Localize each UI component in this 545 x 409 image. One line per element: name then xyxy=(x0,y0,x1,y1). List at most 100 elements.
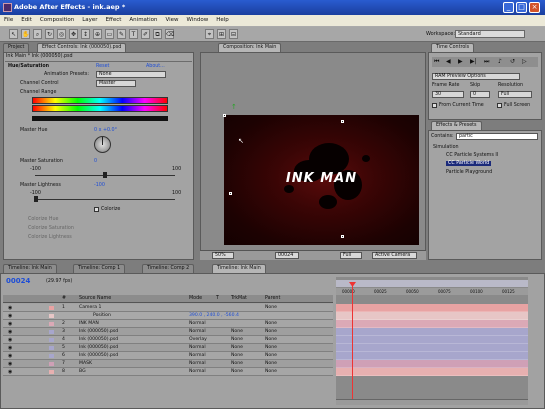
visibility-eye-icon[interactable]: ◉ xyxy=(8,304,12,312)
layer-duration-bar[interactable] xyxy=(336,360,528,368)
layer-source-name[interactable]: Position xyxy=(93,312,111,320)
frame-rate-select[interactable]: 30 xyxy=(432,91,464,98)
rotate-tool-icon[interactable]: ↻ xyxy=(45,29,54,39)
view-select[interactable]: Active Camera xyxy=(372,252,417,259)
layer-mode[interactable]: Normal xyxy=(189,320,206,328)
master-saturation-value[interactable]: 0 xyxy=(94,159,97,164)
selection-tool-icon[interactable]: ↖ xyxy=(9,29,18,39)
layer-source-name[interactable]: Ink (000050).psd xyxy=(79,352,118,360)
view-axis-icon[interactable]: ⌖ xyxy=(205,29,214,39)
layer-trkmat[interactable]: None xyxy=(231,336,243,344)
time-ruler[interactable]: 00000 00025 00050 00075 00100 00125 xyxy=(336,288,528,295)
zoom-tool-icon[interactable]: ⌕ xyxy=(33,29,42,39)
timeline-layer-row[interactable]: ◉ 1 Camera 1 None xyxy=(3,304,333,312)
layer-label-color[interactable] xyxy=(49,338,54,342)
last-frame-icon[interactable]: ⏭ xyxy=(484,58,489,66)
layer-parent[interactable]: None xyxy=(265,352,277,360)
timeline-layer-row[interactable]: ◉ 3 Ink (000050).psd Normal None None xyxy=(3,328,333,336)
menu-animation[interactable]: Animation xyxy=(125,15,161,25)
layer-source-name[interactable]: Ink (000050).psd xyxy=(79,336,118,344)
layer-label-color[interactable] xyxy=(49,346,54,350)
play-icon[interactable]: ▶ xyxy=(458,58,463,65)
layer-parent[interactable]: None xyxy=(265,336,277,344)
layer-label-color[interactable] xyxy=(49,314,54,318)
tab-timeline-ink-main[interactable]: Timeline: Ink Main xyxy=(3,264,57,273)
menu-composition[interactable]: Composition xyxy=(36,15,78,25)
tab-timeline-comp-1[interactable]: Timeline: Comp 1 xyxy=(73,264,126,273)
category-simulation[interactable]: Simulation xyxy=(433,145,459,150)
visibility-eye-icon[interactable]: ◉ xyxy=(8,368,12,376)
timeline-timecode[interactable]: 00024 xyxy=(6,277,30,285)
layer-parent[interactable]: None xyxy=(265,368,277,376)
layer-label-color[interactable] xyxy=(49,306,54,310)
layer-handle[interactable] xyxy=(223,114,226,117)
clone-stamp-tool-icon[interactable]: ⧉ xyxy=(153,29,162,39)
maximize-button[interactable]: □ xyxy=(516,2,527,13)
pan-behind-tool-icon[interactable]: ⊕ xyxy=(93,29,102,39)
layer-duration-bar[interactable] xyxy=(336,344,528,352)
layer-trkmat[interactable]: None xyxy=(231,368,243,376)
prev-frame-icon[interactable]: ◀ xyxy=(446,58,451,65)
col-parent[interactable]: Parent xyxy=(265,296,280,301)
minimize-button[interactable]: _ xyxy=(503,2,514,13)
layer-label-color[interactable] xyxy=(49,362,54,366)
layer-trkmat[interactable]: None xyxy=(231,328,243,336)
orbit-camera-tool-icon[interactable]: ◎ xyxy=(57,29,66,39)
layer-source-name[interactable]: Ink (000050).psd xyxy=(79,344,118,352)
saturation-slider-thumb[interactable] xyxy=(103,172,107,178)
layer-mode[interactable]: Overlay xyxy=(189,336,207,344)
colorize-checkbox[interactable] xyxy=(94,207,99,212)
tab-project[interactable]: Project xyxy=(3,43,30,52)
loop-icon[interactable]: ↺ xyxy=(510,58,515,65)
tab-timeline-comp-2[interactable]: Timeline: Comp 2 xyxy=(142,264,195,273)
tab-composition[interactable]: Composition: Ink Main xyxy=(218,43,282,52)
layer-label-color[interactable] xyxy=(49,370,54,374)
timeline-layer-row[interactable]: ◉ Position 390.0 , 240.0 , -560.4 xyxy=(3,312,333,320)
col-t[interactable]: T xyxy=(216,296,219,301)
layer-trkmat[interactable]: None xyxy=(231,344,243,352)
tab-effects-presets[interactable]: Effects & Presets xyxy=(431,121,482,130)
timeline-zoom-slider[interactable] xyxy=(336,399,528,405)
audio-icon[interactable]: ♪ xyxy=(498,58,502,65)
local-axis-icon[interactable]: ⊞ xyxy=(217,29,226,39)
visibility-eye-icon[interactable]: ◉ xyxy=(8,360,12,368)
menu-edit[interactable]: Edit xyxy=(17,15,36,25)
about-link[interactable]: About... xyxy=(146,64,165,69)
layer-mode[interactable]: Normal xyxy=(189,352,206,360)
layer-source-name[interactable]: Camera 1 xyxy=(79,304,101,312)
effect-item[interactable]: Particle Playground xyxy=(446,170,492,175)
layer-mode[interactable]: Normal xyxy=(189,368,206,376)
text-tool-icon[interactable]: T xyxy=(129,29,138,39)
layer-label-color[interactable] xyxy=(49,330,54,334)
layer-parent[interactable]: None xyxy=(265,320,277,328)
visibility-eye-icon[interactable]: ◉ xyxy=(8,352,12,360)
layer-parent[interactable]: None xyxy=(265,344,277,352)
layer-duration-bar[interactable] xyxy=(336,352,528,360)
layer-source-name[interactable]: BG xyxy=(79,368,86,376)
menu-effect[interactable]: Effect xyxy=(102,15,126,25)
first-frame-icon[interactable]: ⏮ xyxy=(434,58,439,66)
tab-effect-controls[interactable]: Effect Controls: Ink (000050).psd xyxy=(37,43,127,52)
resolution-select-ram[interactable]: Full xyxy=(498,91,532,98)
timeline-layer-row[interactable]: ◉ 4 Ink (000050).psd Overlay None None xyxy=(3,336,333,344)
lightness-slider[interactable] xyxy=(35,199,175,200)
world-axis-icon[interactable]: ⊟ xyxy=(229,29,238,39)
pen-tool-icon[interactable]: ✎ xyxy=(117,29,126,39)
work-area-bar[interactable] xyxy=(336,280,528,287)
layer-trkmat[interactable]: None xyxy=(231,352,243,360)
from-current-time-checkbox[interactable] xyxy=(432,103,437,108)
timeline-layer-row[interactable]: ◉ 7 MASK Normal None None xyxy=(3,360,333,368)
reset-link[interactable]: Reset xyxy=(96,64,109,69)
resolution-select[interactable]: Full xyxy=(340,252,362,259)
brush-tool-icon[interactable]: ✐ xyxy=(141,29,150,39)
animation-presets-select[interactable]: None xyxy=(96,71,166,78)
track-xy-tool-icon[interactable]: ✥ xyxy=(69,29,78,39)
eraser-tool-icon[interactable]: ⌫ xyxy=(165,29,174,39)
ram-preview-icon[interactable]: ▷ xyxy=(522,58,527,65)
close-button[interactable]: × xyxy=(529,2,540,13)
visibility-eye-icon[interactable]: ◉ xyxy=(8,328,12,336)
col-mode[interactable]: Mode xyxy=(189,296,202,301)
layer-handle[interactable] xyxy=(341,120,344,123)
timeline-layer-row[interactable]: ◉ 8 BG Normal None None xyxy=(3,368,333,376)
layer-label-color[interactable] xyxy=(49,322,54,326)
